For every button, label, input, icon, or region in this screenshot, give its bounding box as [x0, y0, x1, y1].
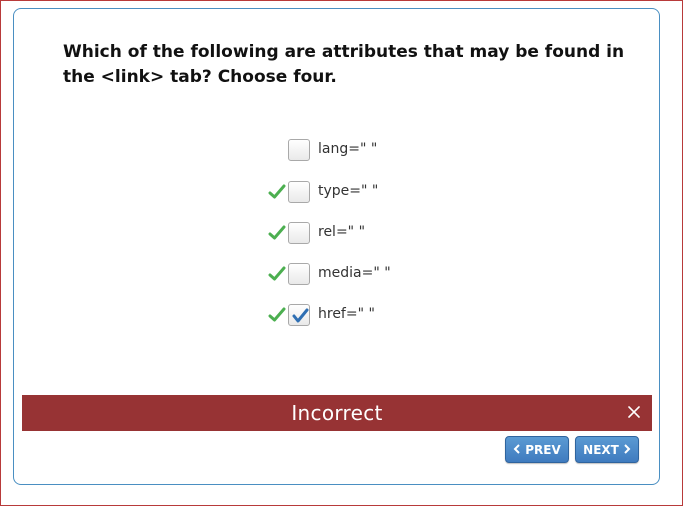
option-checkbox[interactable]	[288, 181, 310, 203]
correct-check-icon	[268, 307, 286, 323]
option-label: type=" "	[318, 183, 379, 199]
checked-icon	[292, 308, 309, 323]
option-type[interactable]: type=" "	[268, 181, 428, 207]
option-href[interactable]: href=" "	[268, 304, 428, 330]
option-label: rel=" "	[318, 224, 366, 240]
option-checkbox[interactable]	[288, 139, 310, 161]
chevron-left-icon	[513, 443, 521, 457]
quiz-card: Which of the following are attributes th…	[13, 8, 660, 485]
option-label: href=" "	[318, 306, 375, 322]
option-label: media=" "	[318, 265, 391, 281]
feedback-banner: Incorrect	[22, 395, 652, 431]
close-icon[interactable]	[626, 404, 642, 420]
question-text: Which of the following are attributes th…	[63, 42, 625, 87]
option-checkbox[interactable]	[288, 304, 310, 326]
next-label: NEXT	[583, 442, 619, 457]
prev-button[interactable]: PREV	[505, 436, 569, 463]
chevron-right-icon	[623, 443, 631, 457]
correct-check-icon	[268, 184, 286, 200]
option-label: lang=" "	[318, 141, 378, 157]
correct-check-icon	[268, 266, 286, 282]
option-checkbox[interactable]	[288, 263, 310, 285]
correct-check-icon	[268, 225, 286, 241]
next-button[interactable]: NEXT	[575, 436, 639, 463]
option-checkbox[interactable]	[288, 222, 310, 244]
option-rel[interactable]: rel=" "	[268, 222, 428, 248]
option-media[interactable]: media=" "	[268, 263, 428, 289]
option-lang[interactable]: lang=" "	[268, 139, 428, 165]
prev-label: PREV	[525, 442, 561, 457]
feedback-text: Incorrect	[291, 401, 383, 425]
